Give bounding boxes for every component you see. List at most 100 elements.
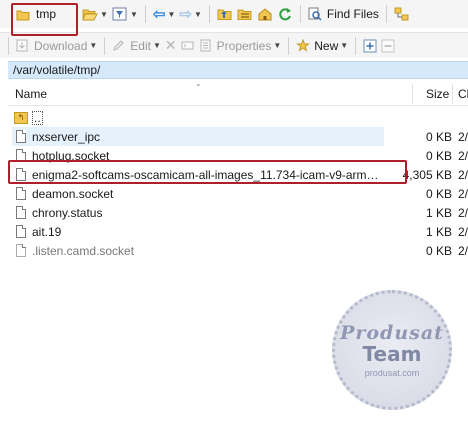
find-files-button[interactable]: Find Files xyxy=(306,3,381,25)
file-size: 0 KB xyxy=(425,129,452,144)
home-directory-button[interactable] xyxy=(255,3,275,25)
download-icon xyxy=(16,39,28,52)
list-item[interactable]: nxserver_ipc 0 KB 2/ xyxy=(8,127,468,146)
properties-label: Properties xyxy=(216,38,272,53)
column-separator[interactable] xyxy=(452,84,453,104)
toolbar-separator xyxy=(355,36,357,55)
file-name: .listen.camd.socket xyxy=(32,243,135,258)
watermark-logo: Produsat Team produsat.com xyxy=(332,290,452,410)
list-item[interactable]: deamon.socket 0 KB 2/ xyxy=(8,184,468,203)
toolbar-separator xyxy=(104,36,106,55)
download-button[interactable]: Download ▼ xyxy=(14,35,99,57)
delete-button[interactable]: ✕ xyxy=(163,35,179,57)
current-path-bar[interactable]: /var/volatile/tmp/ xyxy=(8,61,468,79)
watermark-line2: Team xyxy=(362,342,422,366)
file-date: 2/ xyxy=(458,129,468,144)
tree-view-icon xyxy=(394,7,409,21)
file-name: ait.19 xyxy=(32,224,62,239)
edit-button[interactable]: Edit ▼ xyxy=(110,35,163,57)
list-item[interactable]: ait.19 1 KB 2/ xyxy=(8,222,468,241)
file-icon xyxy=(16,168,26,181)
file-size: 1 KB xyxy=(425,224,452,239)
file-date: 2/ xyxy=(458,186,468,201)
location-selector[interactable]: tmp xyxy=(14,3,58,25)
main-toolbar: tmp ▼ ▼ ⇦ ▼ ⇨ ▼ Find Files xyxy=(0,0,468,28)
open-folder-icon xyxy=(82,9,98,21)
column-changed[interactable]: Cl xyxy=(458,87,468,101)
list-item-parent-directory[interactable]: ↰ .. xyxy=(8,108,468,127)
parent-folder-icon xyxy=(217,9,232,20)
home-icon xyxy=(258,8,272,21)
toolbar-separator xyxy=(299,5,301,23)
filter-button[interactable]: ▼ xyxy=(110,3,140,25)
chevron-down-icon: ▼ xyxy=(152,41,161,50)
refresh-button[interactable] xyxy=(275,3,295,25)
plus-icon xyxy=(363,39,377,52)
rename-icon xyxy=(181,41,194,50)
file-name: nxserver_ipc xyxy=(32,129,101,144)
file-icon xyxy=(16,206,26,219)
file-name: chrony.status xyxy=(32,205,103,220)
parent-folder-icon: ↰ xyxy=(14,111,28,124)
open-folder-button[interactable]: ▼ xyxy=(80,3,110,25)
column-size[interactable]: Size xyxy=(426,87,449,101)
file-name: enigma2-softcams-oscamicam-all-images_11… xyxy=(32,167,379,182)
toolbar-separator xyxy=(385,5,387,23)
file-name: deamon.socket xyxy=(32,186,114,201)
edit-label: Edit xyxy=(130,38,151,53)
chevron-down-icon: ▼ xyxy=(129,9,138,19)
minus-icon xyxy=(381,39,395,52)
back-button[interactable]: ⇦ ▼ xyxy=(151,3,178,25)
tree-view-button[interactable] xyxy=(392,3,412,25)
file-date: 2/ xyxy=(458,224,468,239)
arrow-left-icon: ⇦ xyxy=(152,6,166,23)
list-item[interactable]: hotplug.socket 0 KB 2/ xyxy=(8,146,468,165)
file-size: 0 KB xyxy=(425,243,452,258)
file-icon xyxy=(16,130,26,143)
folder-icon xyxy=(16,10,30,20)
file-list: ↰ .. nxserver_ipc 0 KB 2/ hotplug.socket… xyxy=(8,108,468,260)
download-label: Download xyxy=(34,38,88,53)
toolbar-separator xyxy=(288,36,290,55)
arrow-right-icon: ⇨ xyxy=(179,6,192,23)
file-size: 0 KB xyxy=(425,148,452,163)
list-item[interactable]: enigma2-softcams-oscamicam-all-images_11… xyxy=(8,165,468,184)
sort-ascending-icon: ⌄ xyxy=(195,79,202,88)
chevron-down-icon: ▼ xyxy=(89,41,98,50)
list-item[interactable]: .listen.camd.socket 0 KB 2/ xyxy=(8,241,468,260)
file-list-header: Name ⌄ Size Cl xyxy=(8,79,468,106)
watermark-line3: produsat.com xyxy=(364,368,420,378)
watermark-line1: Produsat xyxy=(340,322,444,344)
file-operations-toolbar: Download ▼ Edit ▼ ✕ Properties ▼ New ▼ xyxy=(0,32,468,58)
chevron-down-icon: ▼ xyxy=(193,9,202,19)
file-name: .. xyxy=(32,110,43,125)
column-name[interactable]: Name xyxy=(15,87,47,101)
add-button[interactable] xyxy=(361,35,379,57)
root-folder-icon xyxy=(237,9,252,20)
chevron-down-icon: ▼ xyxy=(167,9,176,19)
file-icon xyxy=(16,149,26,162)
rename-button[interactable] xyxy=(179,35,197,57)
chevron-down-icon: ▼ xyxy=(100,9,108,19)
new-button[interactable]: New ▼ xyxy=(294,35,350,57)
find-files-label: Find Files xyxy=(326,7,379,21)
file-date: 2/ xyxy=(458,148,468,163)
file-name: hotplug.socket xyxy=(32,148,110,163)
list-item[interactable]: chrony.status 1 KB 2/ xyxy=(8,203,468,222)
file-date: 2/ xyxy=(458,167,468,182)
toolbar-separator xyxy=(208,5,210,23)
root-directory-button[interactable] xyxy=(235,3,255,25)
file-size: 0 KB xyxy=(425,186,452,201)
chevron-down-icon: ▼ xyxy=(340,41,349,50)
file-icon xyxy=(16,225,26,238)
column-separator[interactable] xyxy=(412,84,413,104)
new-icon xyxy=(296,39,311,52)
toolbar-separator xyxy=(8,36,9,55)
chevron-down-icon: ▼ xyxy=(273,41,282,50)
parent-directory-button[interactable] xyxy=(215,3,235,25)
remove-button[interactable] xyxy=(379,35,397,57)
forward-button[interactable]: ⇨ ▼ xyxy=(177,3,204,25)
location-label: tmp xyxy=(36,7,57,21)
properties-button[interactable]: Properties ▼ xyxy=(197,35,284,57)
filter-icon xyxy=(112,7,127,21)
